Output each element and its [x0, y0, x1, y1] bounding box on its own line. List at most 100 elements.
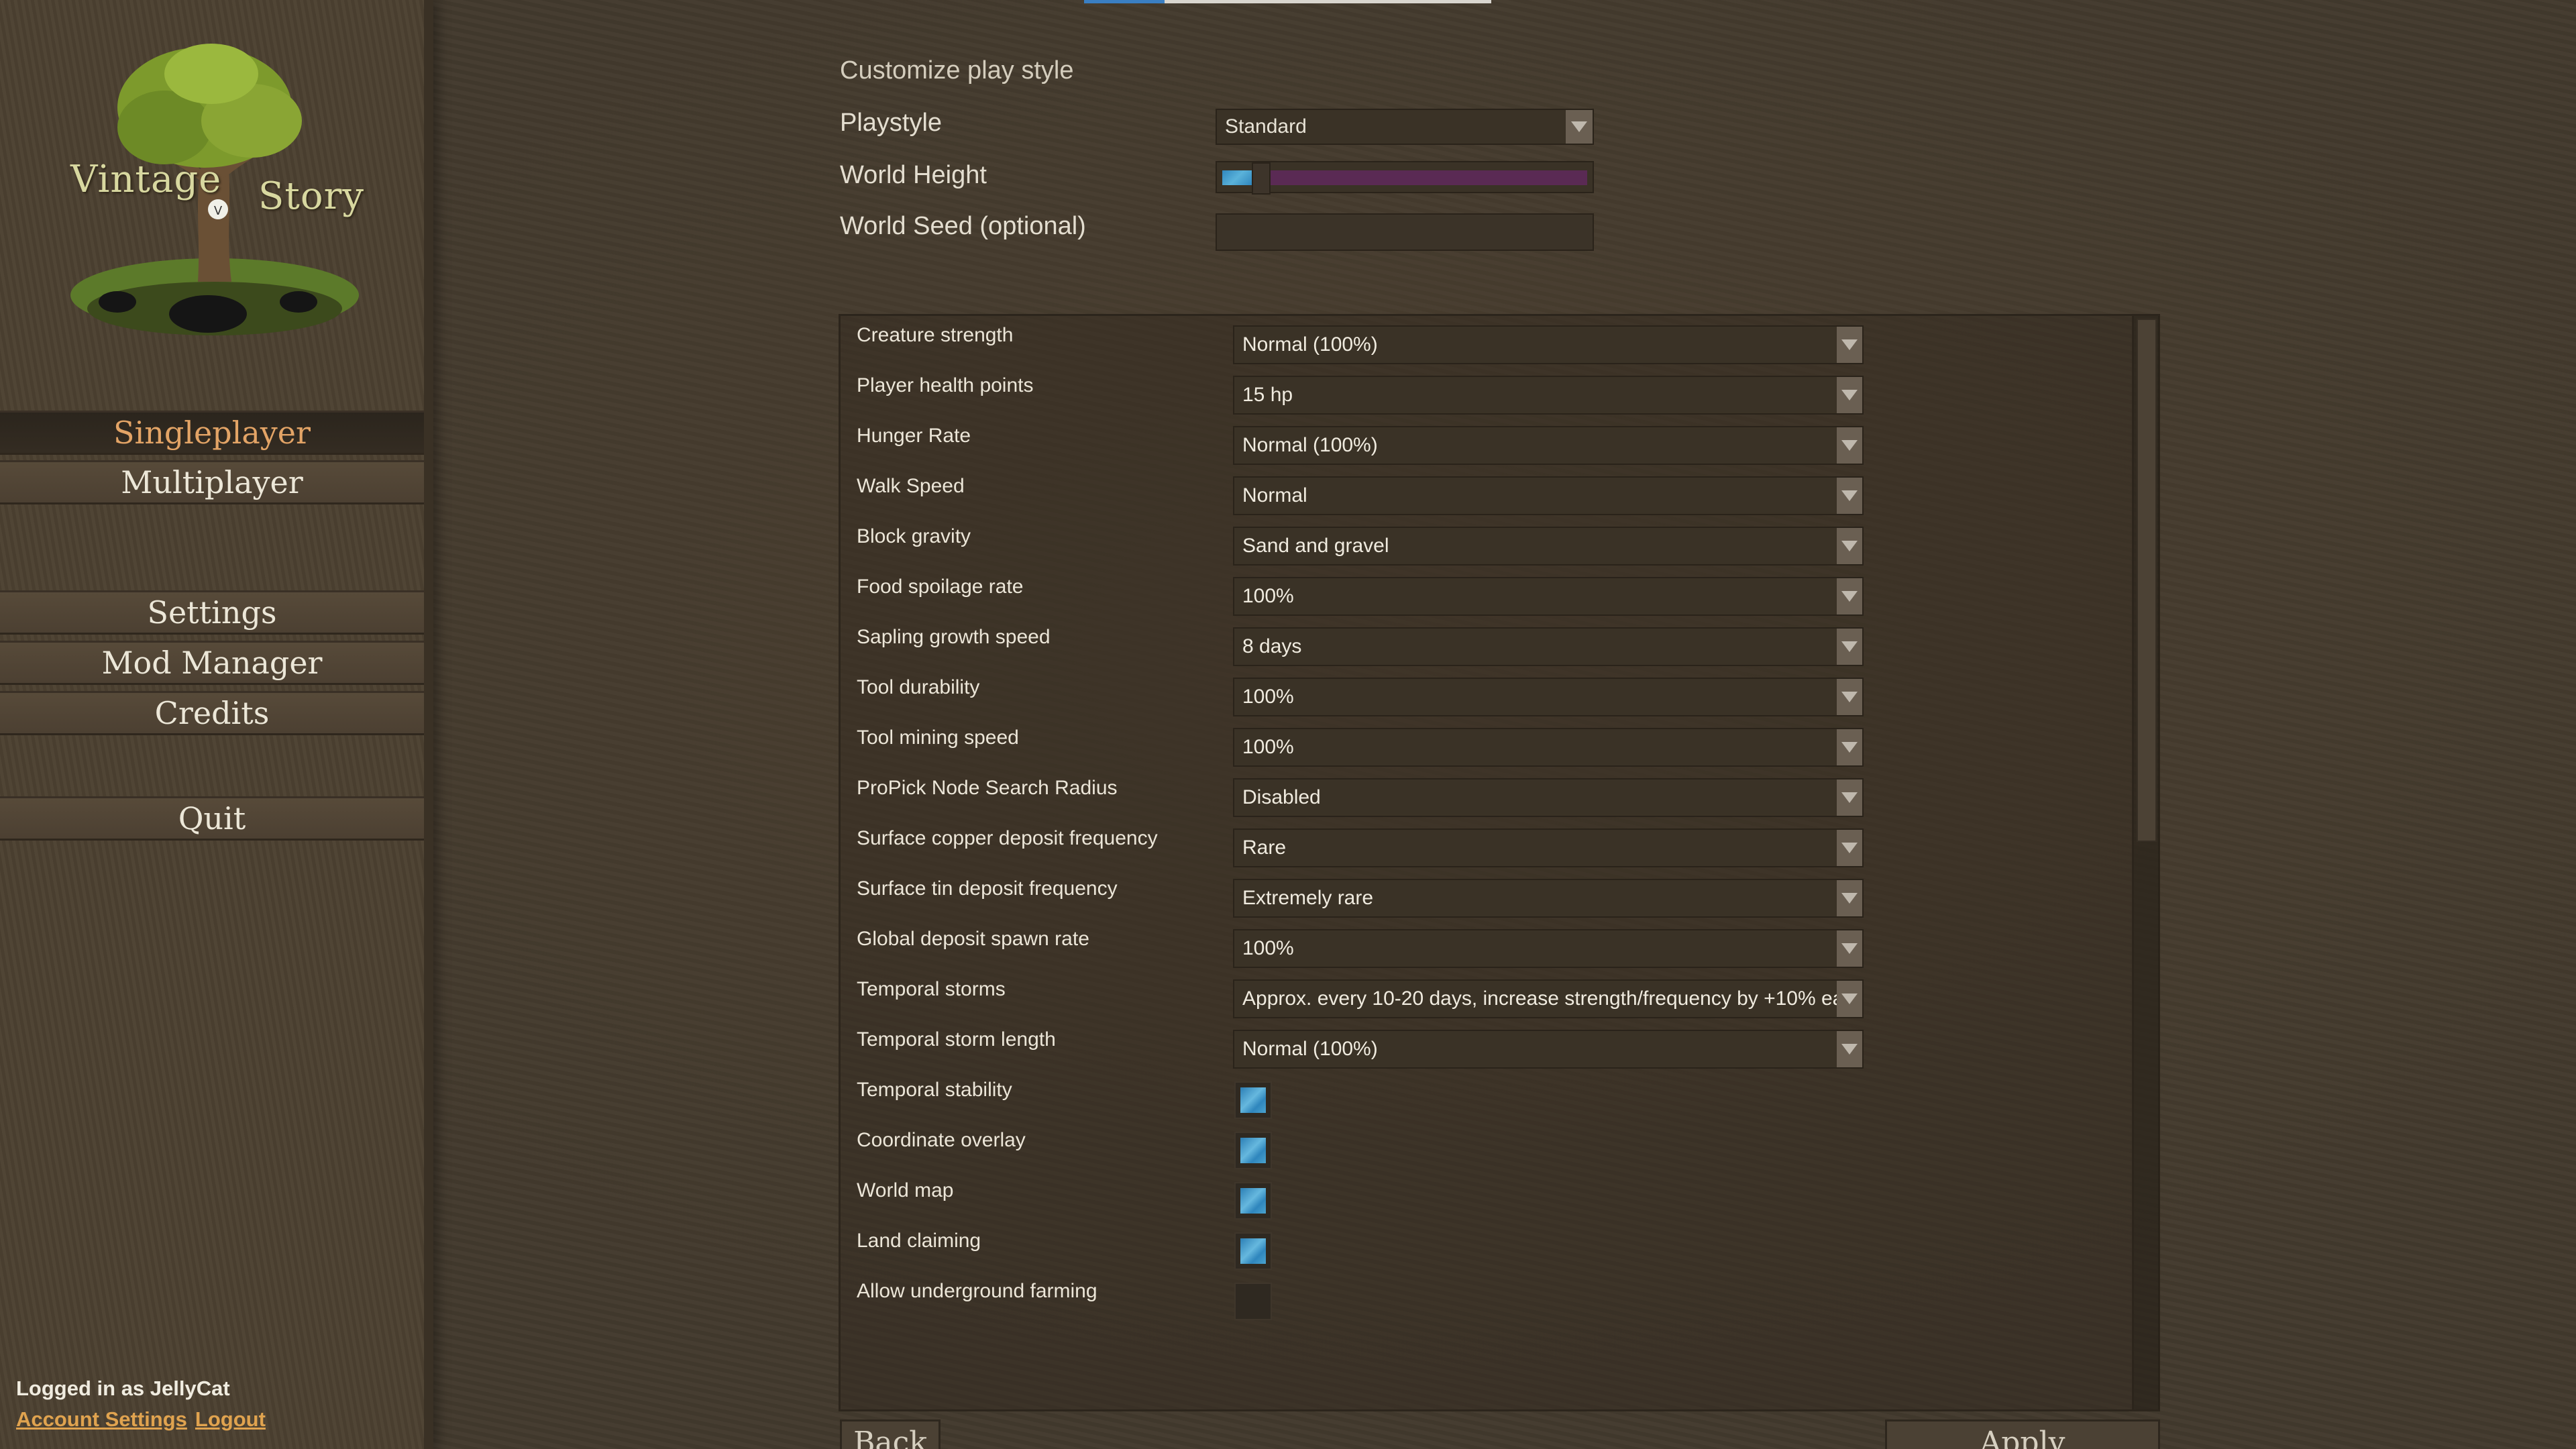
setting-row-tin-frequency: Surface tin deposit frequency Extremely …: [841, 869, 2115, 920]
setting-label: World map: [857, 1179, 954, 1201]
chevron-down-icon[interactable]: [1837, 578, 1862, 614]
tab-indicator-inactive[interactable]: [1165, 0, 1491, 3]
chevron-down-icon[interactable]: [1837, 427, 1862, 464]
setting-row-hunger-rate: Hunger Rate Normal (100%): [841, 417, 2115, 467]
setting-label: Land claiming: [857, 1230, 981, 1252]
temporal-storms-dropdown[interactable]: Approx. every 10-20 days, increase stren…: [1233, 979, 1864, 1018]
dropdown-value: 100%: [1242, 585, 1294, 607]
food-spoilage-dropdown[interactable]: 100%: [1233, 577, 1864, 616]
setting-label: Tool durability: [857, 676, 980, 698]
dropdown-value: Sand and gravel: [1242, 535, 1389, 557]
setting-row-player-health: Player health points 15 hp: [841, 366, 2115, 417]
playstyle-label: Playstyle: [840, 109, 943, 137]
menu-item-multiplayer[interactable]: Multiplayer: [0, 460, 424, 504]
menu-item-settings[interactable]: Settings: [0, 590, 424, 635]
svg-text:V: V: [214, 204, 223, 218]
dropdown-value: Normal: [1242, 484, 1307, 506]
slider-handle[interactable]: [1252, 162, 1271, 195]
creature-strength-dropdown[interactable]: Normal (100%): [1233, 325, 1864, 364]
dropdown-value: Rare: [1242, 837, 1287, 859]
world-map-checkbox[interactable]: [1234, 1182, 1272, 1220]
apply-button[interactable]: Apply: [1885, 1419, 2160, 1449]
menu-item-mod-manager[interactable]: Mod Manager: [0, 641, 424, 685]
world-height-label: World Height: [840, 161, 987, 189]
setting-row-temporal-storm-length: Temporal storm length Normal (100%): [841, 1020, 2115, 1071]
scrollbar-thumb[interactable]: [2137, 319, 2157, 842]
setting-label: Surface tin deposit frequency: [857, 877, 1118, 900]
setting-row-tool-mining-speed: Tool mining speed 100%: [841, 718, 2115, 769]
menu-item-singleplayer[interactable]: Singleplayer: [0, 411, 424, 455]
logo-word-vintage: Vintage: [70, 158, 222, 201]
land-claiming-checkbox[interactable]: [1234, 1232, 1272, 1270]
dropdown-value: Approx. every 10-20 days, increase stren…: [1242, 987, 1844, 1010]
chevron-down-icon[interactable]: [1566, 110, 1593, 144]
setting-row-deposit-spawn-rate: Global deposit spawn rate 100%: [841, 920, 2115, 970]
setting-row-temporal-storms: Temporal storms Approx. every 10-20 days…: [841, 970, 2115, 1020]
dropdown-value: 100%: [1242, 686, 1294, 708]
chevron-down-icon[interactable]: [1837, 780, 1862, 816]
chevron-down-icon[interactable]: [1837, 629, 1862, 665]
tool-mining-speed-dropdown[interactable]: 100%: [1233, 728, 1864, 767]
playstyle-dropdown[interactable]: Standard: [1216, 109, 1594, 145]
world-settings-panel: Creature strength Normal (100%) Player h…: [839, 314, 2160, 1411]
tool-durability-dropdown[interactable]: 100%: [1233, 678, 1864, 716]
walk-speed-dropdown[interactable]: Normal: [1233, 476, 1864, 515]
chevron-down-icon[interactable]: [1837, 377, 1862, 413]
setting-label: Tool mining speed: [857, 727, 1019, 749]
setting-label: Sapling growth speed: [857, 626, 1051, 648]
chevron-down-icon[interactable]: [1837, 830, 1862, 866]
setting-row-temporal-stability: Temporal stability: [841, 1071, 2115, 1121]
block-gravity-dropdown[interactable]: Sand and gravel: [1233, 527, 1864, 566]
sapling-growth-dropdown[interactable]: 8 days: [1233, 627, 1864, 666]
chevron-down-icon[interactable]: [1837, 478, 1862, 514]
propick-radius-dropdown[interactable]: Disabled: [1233, 778, 1864, 817]
setting-label: ProPick Node Search Radius: [857, 777, 1118, 799]
world-height-slider[interactable]: [1216, 161, 1594, 195]
setting-label: Surface copper deposit frequency: [857, 827, 1158, 849]
menu-item-quit[interactable]: Quit: [0, 796, 424, 841]
temporal-stability-checkbox[interactable]: [1234, 1081, 1272, 1119]
setting-row-walk-speed: Walk Speed Normal: [841, 467, 2115, 517]
chevron-down-icon[interactable]: [1837, 930, 1862, 967]
chevron-down-icon[interactable]: [1837, 528, 1862, 564]
dropdown-value: Disabled: [1242, 786, 1321, 808]
slider-fill: [1222, 170, 1252, 185]
settings-scrollbar[interactable]: [2132, 316, 2159, 1409]
back-button[interactable]: Back: [840, 1419, 941, 1449]
setting-row-copper-frequency: Surface copper deposit frequency Rare: [841, 819, 2115, 869]
main-menu-sidebar: V Vintage Story Singleplayer Multiplayer…: [0, 0, 433, 1449]
temporal-storm-length-dropdown[interactable]: Normal (100%): [1233, 1030, 1864, 1069]
setting-row-land-claiming: Land claiming: [841, 1222, 2115, 1272]
player-health-dropdown[interactable]: 15 hp: [1233, 376, 1864, 415]
dropdown-value: 8 days: [1242, 635, 1302, 657]
logout-link[interactable]: Logout: [195, 1407, 266, 1431]
copper-frequency-dropdown[interactable]: Rare: [1233, 828, 1864, 867]
dropdown-value: Extremely rare: [1242, 887, 1374, 909]
hunger-rate-dropdown[interactable]: Normal (100%): [1233, 426, 1864, 465]
setting-row-block-gravity: Block gravity Sand and gravel: [841, 517, 2115, 568]
dropdown-value: 15 hp: [1242, 384, 1293, 406]
setting-row-propick-radius: ProPick Node Search Radius Disabled: [841, 769, 2115, 819]
setting-label: Temporal storms: [857, 978, 1006, 1000]
account-settings-link[interactable]: Account Settings: [16, 1407, 187, 1431]
tin-frequency-dropdown[interactable]: Extremely rare: [1233, 879, 1864, 918]
chevron-down-icon[interactable]: [1837, 981, 1862, 1017]
chevron-down-icon[interactable]: [1837, 880, 1862, 916]
menu-item-credits[interactable]: Credits: [0, 691, 424, 735]
logo-word-story: Story: [258, 174, 364, 218]
chevron-down-icon[interactable]: [1837, 327, 1862, 363]
chevron-down-icon[interactable]: [1837, 1031, 1862, 1067]
underground-farming-checkbox[interactable]: [1234, 1283, 1272, 1320]
setting-row-coordinate-overlay: Coordinate overlay: [841, 1121, 2115, 1171]
coordinate-overlay-checkbox[interactable]: [1234, 1132, 1272, 1169]
chevron-down-icon[interactable]: [1837, 729, 1862, 765]
chevron-down-icon[interactable]: [1837, 679, 1862, 715]
dropdown-value: 100%: [1242, 937, 1294, 959]
setting-label: Food spoilage rate: [857, 576, 1024, 598]
deposit-spawn-rate-dropdown[interactable]: 100%: [1233, 929, 1864, 968]
setting-row-sapling-growth: Sapling growth speed 8 days: [841, 618, 2115, 668]
tab-indicator-active[interactable]: [1084, 0, 1165, 3]
setting-label: Creature strength: [857, 324, 1014, 346]
setting-label: Temporal stability: [857, 1079, 1012, 1101]
world-seed-input[interactable]: [1216, 213, 1594, 251]
